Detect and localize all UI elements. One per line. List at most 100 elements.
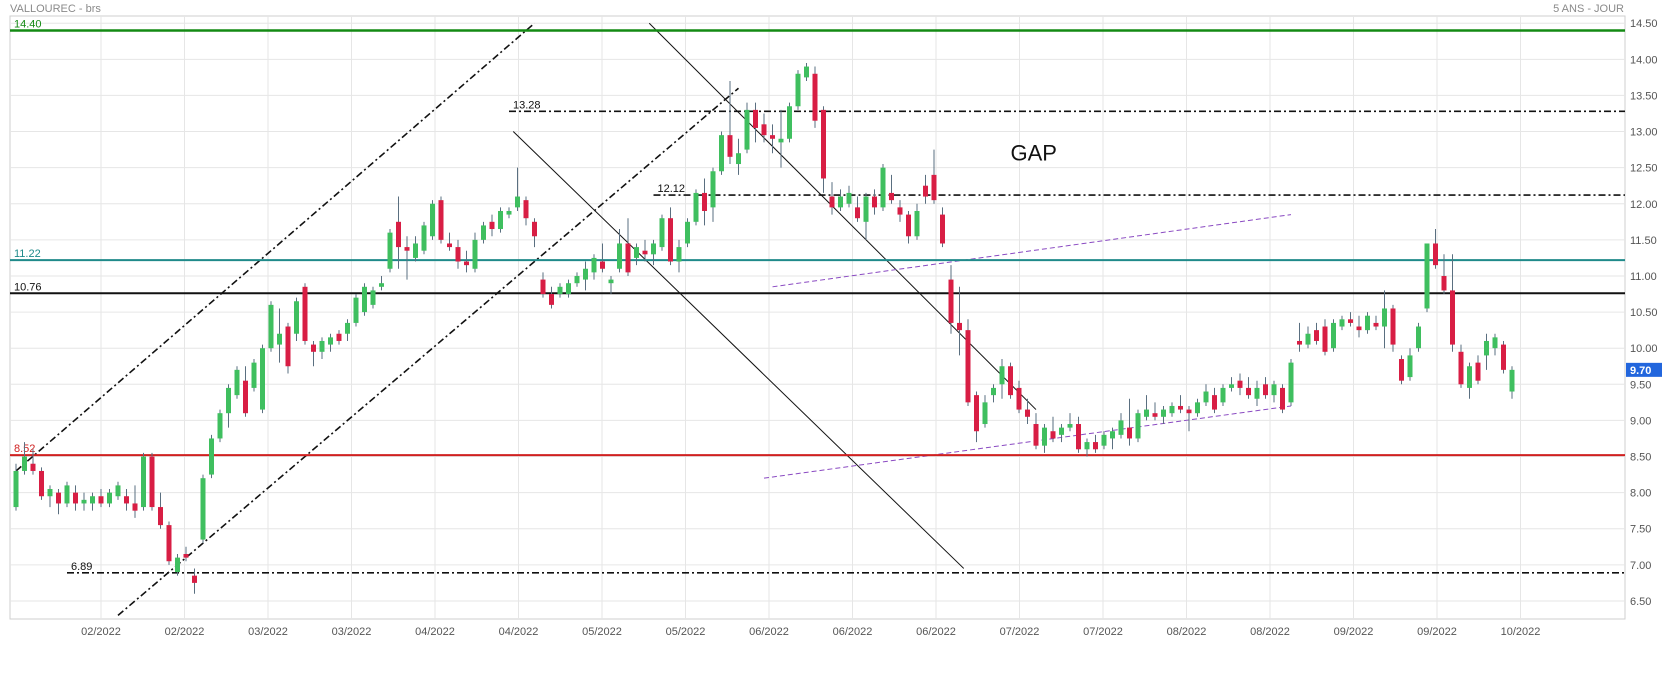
candle <box>1135 409 1141 443</box>
x-tick-label: 09/2022 <box>1334 626 1374 638</box>
candle-body <box>506 210 512 215</box>
y-tick-label: 11.50 <box>1630 235 1657 247</box>
candle-body <box>1093 442 1098 450</box>
candle-body <box>260 348 265 410</box>
candle-body <box>685 221 690 244</box>
candle <box>200 474 206 544</box>
candle-body <box>931 174 937 201</box>
candle-body <box>175 557 180 573</box>
candle-body <box>1076 424 1081 450</box>
candle <box>217 409 223 443</box>
candle <box>387 229 393 273</box>
candle-body <box>1220 387 1226 403</box>
candle <box>234 366 240 399</box>
candle-body <box>1314 330 1319 341</box>
candle-body <box>226 387 231 414</box>
x-tick-label: 08/2022 <box>1167 626 1207 638</box>
candle-body <box>515 196 520 208</box>
candle-body <box>328 337 333 345</box>
candle-body <box>761 124 767 136</box>
candle-body <box>1246 387 1251 396</box>
candle-body <box>1365 315 1370 331</box>
candle <box>260 344 265 414</box>
candle-body <box>1059 427 1064 435</box>
candle <box>795 70 801 110</box>
candle <box>744 102 750 154</box>
candle-body <box>659 218 665 248</box>
candle-body <box>81 499 87 504</box>
candle <box>965 319 971 406</box>
y-tick-label: 10.50 <box>1630 307 1658 319</box>
candle-body <box>22 456 27 471</box>
candle-body <box>47 489 53 497</box>
candle <box>812 66 818 128</box>
candle-body <box>1467 366 1472 388</box>
candle-body <box>1348 319 1353 323</box>
candle-body <box>1331 322 1336 349</box>
x-tick-label: 08/2022 <box>1250 626 1290 638</box>
candle <box>1501 340 1506 374</box>
candle-body <box>319 340 325 352</box>
candle <box>659 214 665 251</box>
y-tick-label: 13.00 <box>1630 127 1658 139</box>
candle-body <box>1280 387 1285 410</box>
candle-body <box>1458 351 1464 385</box>
candle-body <box>336 333 342 341</box>
candle <box>141 452 146 511</box>
y-tick-label: 7.50 <box>1630 524 1651 536</box>
candle <box>430 200 435 240</box>
candle-body <box>30 463 36 471</box>
candle <box>880 164 886 211</box>
candle-body <box>1169 405 1175 414</box>
candle-body <box>396 221 401 248</box>
candle-body <box>1144 409 1149 417</box>
candle-body <box>13 470 19 508</box>
candle-body <box>889 192 894 201</box>
candle-body <box>438 200 444 240</box>
candle-body <box>404 247 410 251</box>
candle-body <box>532 221 537 237</box>
candle-body <box>965 330 971 403</box>
candle-body <box>1297 340 1302 345</box>
candle-body <box>982 402 988 425</box>
candle-body <box>923 185 928 197</box>
candle-body <box>1305 333 1311 345</box>
candle-body <box>676 247 682 262</box>
candle <box>64 481 70 508</box>
candle-body <box>1416 326 1421 349</box>
candle <box>166 521 172 565</box>
candle-body <box>914 210 920 237</box>
candle <box>362 283 367 316</box>
candle-body <box>736 153 741 165</box>
candle-body <box>1424 243 1430 309</box>
candle-body <box>379 283 384 287</box>
y-tick-label: 6.50 <box>1630 596 1651 608</box>
candle-body <box>1484 340 1489 356</box>
candle-body <box>880 167 886 208</box>
candle-body <box>39 470 44 497</box>
x-tick-label: 06/2022 <box>833 626 873 638</box>
candle-body <box>1084 442 1090 450</box>
candle-body <box>897 207 903 215</box>
candle-body <box>107 492 112 504</box>
y-tick-label: 12.00 <box>1630 199 1658 211</box>
candle-body <box>183 554 189 558</box>
y-tick-label: 10.00 <box>1630 343 1658 355</box>
candle-body <box>710 171 716 208</box>
candle-body <box>795 73 801 107</box>
candle-body <box>1450 290 1455 345</box>
x-tick-label: 02/2022 <box>165 626 205 638</box>
candle-body <box>1178 405 1183 410</box>
candle-body <box>642 250 648 255</box>
candle <box>268 301 274 352</box>
x-tick-label: 04/2022 <box>499 626 539 638</box>
candle-body <box>1501 344 1506 370</box>
candle-body <box>1127 427 1132 439</box>
candle-body <box>98 496 104 504</box>
candle <box>1008 362 1013 399</box>
candle-body <box>812 73 818 121</box>
candle-body <box>523 200 529 219</box>
candle-body <box>1008 366 1013 396</box>
candle-body <box>1016 387 1022 410</box>
y-tick-label: 9.50 <box>1630 379 1651 391</box>
